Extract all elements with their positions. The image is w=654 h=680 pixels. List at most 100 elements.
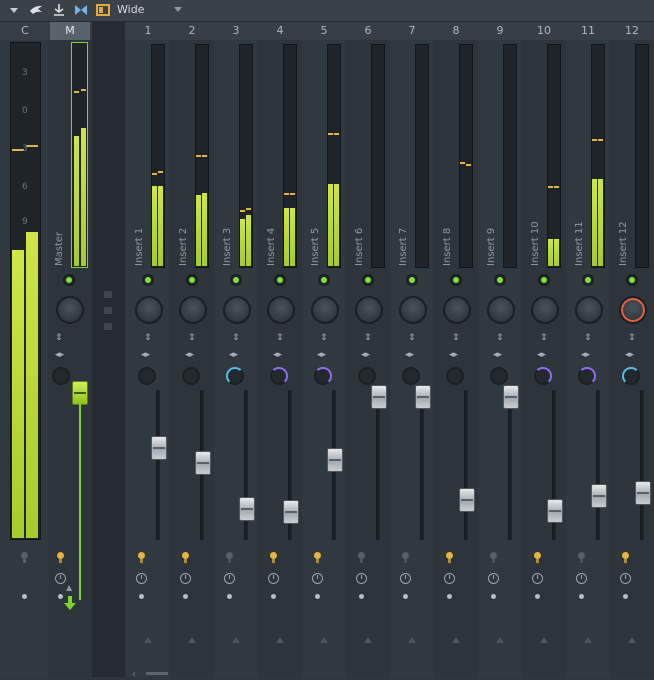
bulb-icon[interactable] <box>313 549 322 563</box>
stereo-swap-icon[interactable]: ⇕ <box>232 333 240 343</box>
pan-knob[interactable] <box>135 296 163 324</box>
scroll-left-icon[interactable]: ‹ <box>132 669 136 680</box>
header-insert[interactable]: 1 <box>126 22 170 40</box>
fx-knob[interactable] <box>358 367 376 385</box>
stereo-sep-icon[interactable]: ◂▸ <box>317 350 326 360</box>
master-enable-led[interactable] <box>63 274 75 286</box>
send-up-icon[interactable] <box>540 637 548 643</box>
insert-label[interactable]: Insert 8 <box>442 228 453 266</box>
horizontal-scrollbar[interactable] <box>146 672 168 675</box>
width-mode-select[interactable]: Wide <box>117 3 144 16</box>
send-up-icon[interactable] <box>276 637 284 643</box>
fx-knob[interactable] <box>622 367 640 385</box>
bird-icon[interactable] <box>28 2 44 18</box>
pan-knob[interactable] <box>223 296 251 324</box>
insert-label[interactable]: Insert 5 <box>310 228 321 266</box>
strip-dot[interactable] <box>579 594 584 599</box>
header-insert[interactable]: 6 <box>346 22 390 40</box>
fx-knob[interactable] <box>578 367 596 385</box>
fx-knob[interactable] <box>446 367 464 385</box>
insert-enable-led[interactable] <box>362 274 374 286</box>
stereo-sep-icon[interactable]: ◂▸ <box>581 350 590 360</box>
send-up-icon[interactable] <box>364 637 372 643</box>
insert-enable-led[interactable] <box>186 274 198 286</box>
header-insert[interactable]: 10 <box>522 22 566 40</box>
header-insert[interactable]: 7 <box>390 22 434 40</box>
stereo-swap-icon[interactable]: ⇕ <box>584 333 592 343</box>
fx-knob[interactable] <box>182 367 200 385</box>
send-up-icon[interactable] <box>188 637 196 643</box>
clock-icon[interactable] <box>356 573 367 584</box>
strip-dot[interactable] <box>227 594 232 599</box>
bulb-icon[interactable] <box>489 549 498 563</box>
stereo-swap-icon[interactable]: ⇕ <box>55 333 63 343</box>
fx-knob[interactable] <box>490 367 508 385</box>
clock-icon[interactable] <box>268 573 279 584</box>
pan-knob[interactable] <box>487 296 515 324</box>
stereo-swap-icon[interactable]: ⇕ <box>452 333 460 343</box>
insert-enable-led[interactable] <box>142 274 154 286</box>
volume-fader[interactable] <box>327 448 343 472</box>
insert-enable-led[interactable] <box>318 274 330 286</box>
pin-icon[interactable] <box>51 2 67 18</box>
stereo-sep-icon[interactable]: ◂▸ <box>449 350 458 360</box>
stereo-sep-icon[interactable]: ◂▸ <box>273 350 282 360</box>
strip-dot[interactable] <box>491 594 496 599</box>
stereo-sep-icon[interactable]: ◂▸ <box>361 350 370 360</box>
bulb-icon[interactable] <box>269 549 278 563</box>
bulb-icon[interactable] <box>445 549 454 563</box>
insert-enable-led[interactable] <box>450 274 462 286</box>
clock-icon[interactable] <box>136 573 147 584</box>
insert-label[interactable]: Insert 7 <box>398 228 409 266</box>
stereo-sep-icon[interactable]: ◂▸ <box>625 350 634 360</box>
header-insert[interactable]: 3 <box>214 22 258 40</box>
strip-dot[interactable] <box>22 594 27 599</box>
strip-dot[interactable] <box>139 594 144 599</box>
stereo-swap-icon[interactable]: ⇕ <box>364 333 372 343</box>
volume-fader[interactable] <box>591 484 607 508</box>
volume-fader[interactable] <box>459 488 475 512</box>
volume-fader[interactable] <box>547 499 563 523</box>
insert-label[interactable]: Insert 6 <box>354 228 365 266</box>
header-insert[interactable]: 4 <box>258 22 302 40</box>
send-up-icon[interactable] <box>144 637 152 643</box>
stereo-swap-icon[interactable]: ⇕ <box>540 333 548 343</box>
strip-dot[interactable] <box>58 594 63 599</box>
header-insert[interactable]: 11 <box>566 22 610 40</box>
stereo-sep-icon[interactable]: ◂▸ <box>537 350 546 360</box>
insert-label[interactable]: Insert 11 <box>574 221 585 266</box>
bulb-icon[interactable] <box>577 549 586 563</box>
strip-dot[interactable] <box>403 594 408 599</box>
pan-knob[interactable] <box>575 296 603 324</box>
volume-fader[interactable] <box>415 385 431 409</box>
insert-label[interactable]: Insert 3 <box>222 228 233 266</box>
stereo-sep-icon[interactable]: ◂▸ <box>493 350 502 360</box>
header-insert[interactable]: 12 <box>610 22 654 40</box>
pan-knob[interactable] <box>399 296 427 324</box>
stereo-sep-icon[interactable]: ◂▸ <box>229 350 238 360</box>
clock-icon[interactable] <box>224 573 235 584</box>
clock-icon[interactable] <box>488 573 499 584</box>
stereo-swap-icon[interactable]: ⇕ <box>188 333 196 343</box>
send-up-icon[interactable] <box>232 637 240 643</box>
fx-knob[interactable] <box>270 367 288 385</box>
bulb-icon[interactable] <box>357 549 366 563</box>
insert-enable-led[interactable] <box>538 274 550 286</box>
stereo-sep-icon[interactable]: ◂▸ <box>55 350 64 360</box>
bulb-icon[interactable] <box>137 549 146 563</box>
clock-icon[interactable] <box>576 573 587 584</box>
fx-knob[interactable] <box>138 367 156 385</box>
volume-fader[interactable] <box>371 385 387 409</box>
send-up-icon[interactable] <box>584 637 592 643</box>
clock-icon[interactable] <box>620 573 631 584</box>
insert-enable-led[interactable] <box>230 274 242 286</box>
bulb-icon[interactable] <box>225 549 234 563</box>
header-insert[interactable]: 8 <box>434 22 478 40</box>
insert-enable-led[interactable] <box>626 274 638 286</box>
clock-icon[interactable] <box>312 573 323 584</box>
send-up-icon[interactable]: ▲ <box>66 583 72 592</box>
strip-dot[interactable] <box>447 594 452 599</box>
bulb-icon[interactable] <box>181 549 190 563</box>
volume-fader[interactable] <box>239 497 255 521</box>
header-insert[interactable]: 2 <box>170 22 214 40</box>
